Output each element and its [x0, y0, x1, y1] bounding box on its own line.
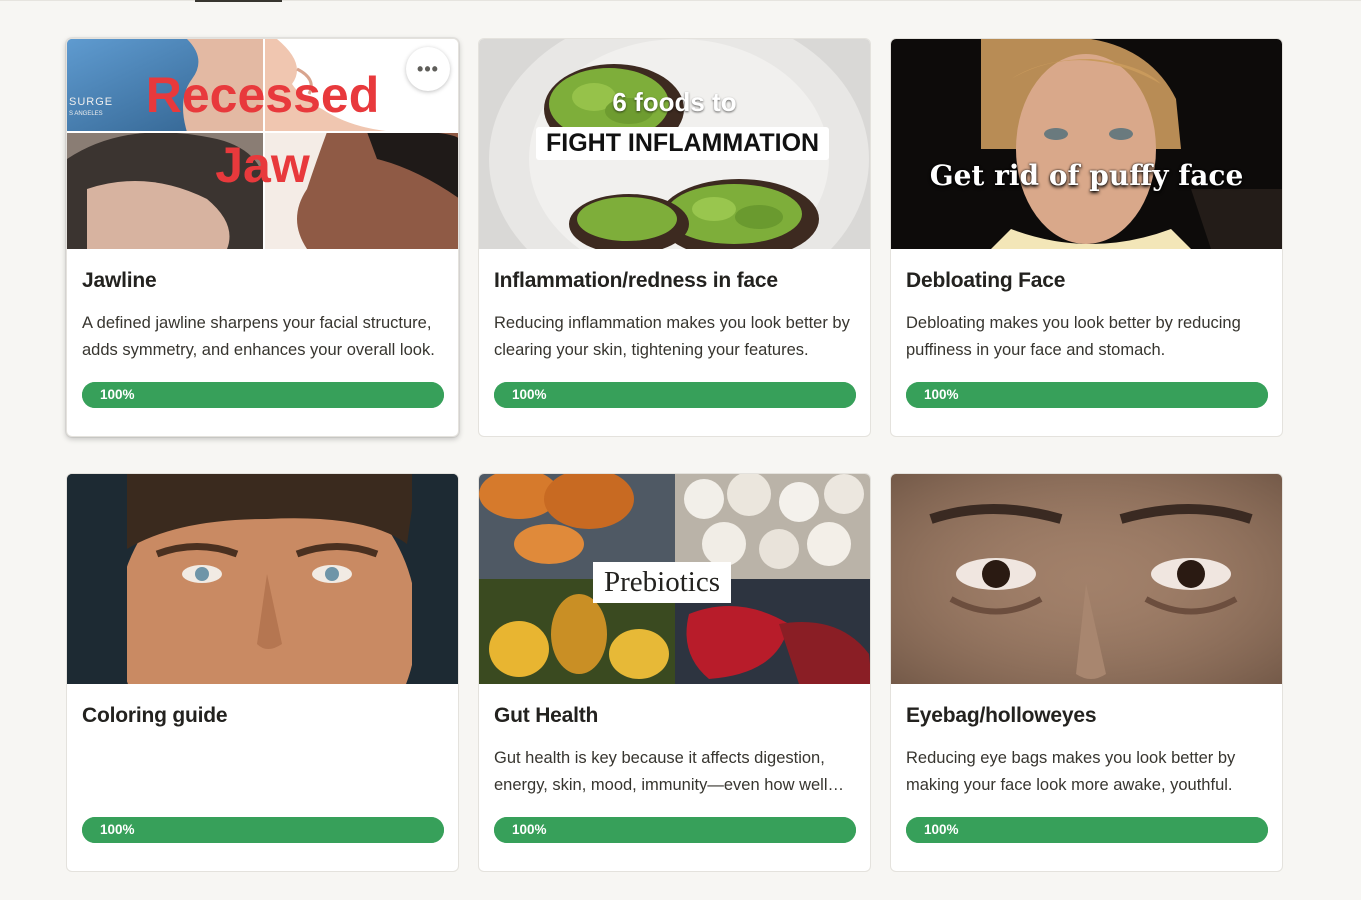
progress-fill — [906, 817, 1268, 843]
card-title: Gut Health — [494, 704, 599, 727]
progress-fill — [82, 817, 444, 843]
gallery-card-jawline[interactable]: SURGE S ANGELES Recessed Jaw ••• Jawline… — [66, 38, 459, 437]
cover-caption: Get rid of puffy face — [929, 159, 1244, 192]
card-description: A defined jawline sharpens your facial s… — [82, 314, 435, 359]
card-description: Gut health is key because it affects dig… — [494, 749, 828, 794]
card-cover-image: SURGE S ANGELES Recessed Jaw — [67, 39, 458, 249]
cover-caption: Prebiotics — [593, 562, 731, 603]
progress-label: 100% — [924, 387, 959, 402]
card-title: Coloring guide — [82, 704, 228, 727]
gallery-card-coloring-guide[interactable]: Coloring guide 100% — [66, 473, 459, 872]
card-title: Jawline — [82, 269, 157, 292]
progress-fill — [82, 382, 444, 408]
card-cover-image: Prebiotics — [479, 474, 870, 684]
progress-fill — [494, 382, 856, 408]
progress-bar: 100% — [906, 817, 1268, 843]
card-title: Inflammation/redness in face — [494, 269, 778, 292]
card-cover-image: Get rid of puffy face — [891, 39, 1282, 249]
gallery-card-gut-health[interactable]: Prebiotics Gut Health Gut health is key … — [478, 473, 871, 872]
cover-caption-line1: 6 foods to — [612, 87, 737, 117]
cover-caption-line1: Recessed — [145, 67, 380, 123]
card-title: Eyebag/holloweyes — [906, 704, 1097, 727]
gallery-card-eyebag[interactable]: Eyebag/holloweyes Reducing eye bags make… — [890, 473, 1283, 872]
progress-fill — [906, 382, 1268, 408]
card-title: Debloating Face — [906, 269, 1066, 292]
progress-label: 100% — [924, 822, 959, 837]
card-description: Reducing inflammation makes you look bet… — [494, 314, 850, 359]
active-tab-indicator — [195, 0, 282, 2]
progress-label: 100% — [512, 822, 547, 837]
progress-bar: 100% — [906, 382, 1268, 408]
progress-label: 100% — [100, 387, 135, 402]
card-cover-image — [891, 474, 1282, 684]
progress-label: 100% — [512, 387, 547, 402]
progress-label: 100% — [100, 822, 135, 837]
gallery-card-inflammation[interactable]: 6 foods to FIGHT INFLAMMATION Inflammati… — [478, 38, 871, 437]
card-cover-image — [67, 474, 458, 684]
card-description: Debloating makes you look better by redu… — [906, 314, 1241, 359]
gallery-grid: SURGE S ANGELES Recessed Jaw ••• Jawline… — [66, 38, 1283, 872]
card-description: Reducing eye bags makes you look better … — [906, 749, 1236, 794]
gallery-card-debloating[interactable]: Get rid of puffy face Debloating Face De… — [890, 38, 1283, 437]
ellipsis-icon: ••• — [417, 58, 439, 79]
cover-caption-line2: FIGHT INFLAMMATION — [536, 127, 830, 160]
progress-bar: 100% — [494, 382, 856, 408]
progress-bar: 100% — [82, 382, 444, 408]
card-cover-image: 6 foods to FIGHT INFLAMMATION — [479, 39, 870, 249]
cover-caption-line2: Jaw — [215, 137, 310, 193]
progress-bar: 100% — [494, 817, 856, 843]
progress-bar: 100% — [82, 817, 444, 843]
more-options-button[interactable]: ••• — [406, 47, 450, 91]
progress-fill — [494, 817, 856, 843]
